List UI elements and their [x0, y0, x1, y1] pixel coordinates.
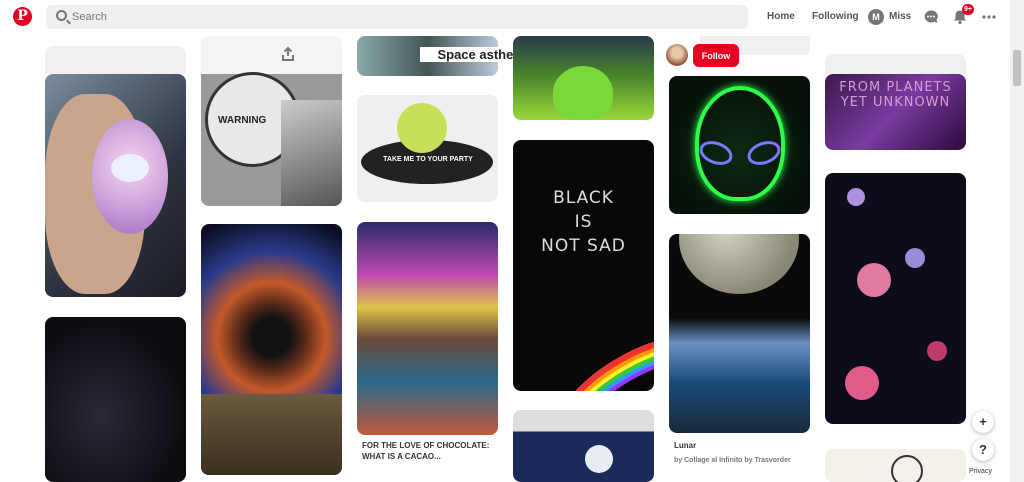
pin-image[interactable]	[45, 46, 186, 74]
pin-attribution-lunar[interactable]: by Collage al Infinito by Trasvorder	[674, 457, 791, 464]
pin-image-planets-text[interactable]: FROM PLANETS YET UNKNOWN	[825, 74, 966, 150]
pin-image-green-alien[interactable]	[513, 36, 654, 120]
pin-image-tunnel-car[interactable]	[201, 224, 342, 475]
pin-image-neon-alien[interactable]	[669, 76, 810, 214]
board-owner-avatar[interactable]	[666, 44, 688, 66]
black-text-line-2: IS	[574, 212, 593, 232]
nav-following[interactable]: Following	[812, 11, 859, 22]
share-icon[interactable]	[280, 46, 296, 62]
user-avatar[interactable]: M	[868, 9, 884, 25]
pin-caption-chocolate[interactable]: FOR THE LOVE OF CHOCOLATE: WHAT IS A CAC…	[362, 440, 498, 462]
pin-image-alien-egg[interactable]	[45, 74, 186, 297]
warning-sign-text: WARNING	[218, 115, 267, 126]
privacy-link[interactable]: Privacy	[969, 468, 992, 475]
scrollbar-thumb[interactable]	[1013, 50, 1021, 86]
follow-button[interactable]: Follow	[693, 44, 739, 67]
nav-home[interactable]: Home	[767, 11, 795, 22]
pin-image-pink-planets[interactable]	[825, 173, 966, 424]
black-text-line-3: NOT SAD	[541, 236, 626, 256]
pin-title-lunar[interactable]: Lunar	[674, 440, 696, 451]
pin-image-night-sky[interactable]	[45, 317, 186, 482]
nav-user-name[interactable]: Miss	[889, 11, 911, 22]
pin-image-lunar[interactable]	[669, 234, 810, 433]
black-text-line-1: BLACK	[553, 188, 614, 208]
top-bar: P Home Following M Miss 9+	[0, 0, 1010, 34]
party-ufo-text: TAKE ME TO YOUR PARTY	[383, 156, 473, 163]
pin-image-collage-mountains[interactable]	[357, 222, 498, 435]
pin-image-newspaper-moon[interactable]	[513, 410, 654, 482]
more-icon[interactable]	[981, 9, 997, 25]
notification-badge: 9+	[962, 4, 974, 15]
page-scrollbar[interactable]	[1010, 0, 1024, 482]
add-button[interactable]: +	[972, 411, 994, 433]
pin-image-warning-sign[interactable]: WARNING	[201, 36, 342, 206]
pin-image-sketch-planets[interactable]	[825, 449, 966, 482]
search-input[interactable]	[72, 8, 672, 26]
help-button[interactable]: ?	[972, 439, 994, 461]
planets-text: FROM PLANETS YET UNKNOWN	[839, 80, 952, 110]
search-bar[interactable]	[46, 5, 748, 29]
chat-icon[interactable]	[923, 9, 939, 25]
pin-image-black-is-not-sad[interactable]: BLACK IS NOT SAD	[513, 140, 654, 391]
search-icon	[56, 10, 67, 21]
pin-image[interactable]	[825, 54, 966, 74]
pinterest-logo-icon[interactable]: P	[13, 7, 32, 26]
pin-image-party-ufo[interactable]: TAKE ME TO YOUR PARTY	[357, 95, 498, 202]
